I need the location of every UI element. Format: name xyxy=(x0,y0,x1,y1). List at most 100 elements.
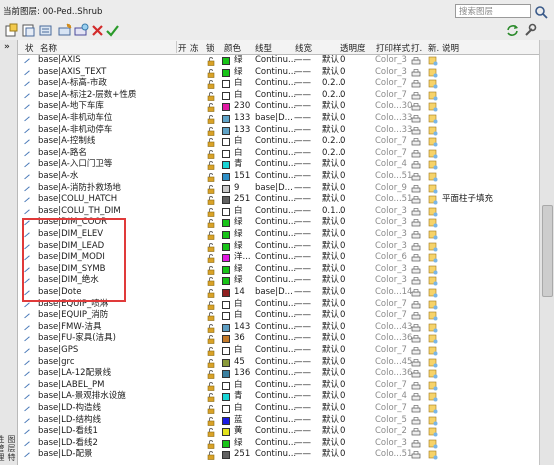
col-color[interactable]: 颜色 xyxy=(224,42,241,54)
lock-icon[interactable] xyxy=(206,404,216,414)
printer-icon[interactable] xyxy=(411,288,421,298)
linetype[interactable]: base|D... xyxy=(255,183,293,195)
plot-style[interactable]: Color_7 xyxy=(375,345,407,357)
transparency[interactable]: 0 xyxy=(340,241,345,253)
color-swatch[interactable] xyxy=(222,405,230,413)
search-input[interactable]: 搜索图层 xyxy=(455,4,531,18)
printer-icon[interactable] xyxy=(411,68,421,78)
layer-name[interactable]: base|A-标高-市政 xyxy=(38,78,107,90)
layer-name[interactable]: base|FMW-洁具 xyxy=(38,322,101,334)
printer-icon-wrap[interactable] xyxy=(411,276,421,286)
linetype[interactable]: Continu... xyxy=(255,148,296,160)
lock-icon-wrap[interactable] xyxy=(206,450,216,461)
new-vp-freeze-icon[interactable] xyxy=(428,184,438,194)
new-vp-freeze-icon[interactable] xyxy=(428,450,438,460)
new-vp-freeze-icon-wrap[interactable] xyxy=(428,392,438,402)
color-swatch[interactable] xyxy=(222,393,230,402)
lock-icon-wrap[interactable] xyxy=(206,392,216,403)
color-name[interactable]: 绿 xyxy=(234,217,243,229)
color-swatch[interactable] xyxy=(222,358,230,367)
color-swatch[interactable] xyxy=(222,184,230,193)
color-name[interactable]: 青 xyxy=(234,159,243,171)
col-lineweight[interactable]: 线宽 xyxy=(295,42,312,54)
layer-name[interactable]: base|LD-看线1 xyxy=(38,426,98,438)
linetype[interactable]: Continu... xyxy=(255,159,296,171)
lineweight[interactable]: 默认 xyxy=(322,159,339,171)
layer-row[interactable]: base|LD-配景 251 Continu... —— 默认 0 Colo...51 xyxy=(18,449,539,461)
color-swatch[interactable] xyxy=(222,323,230,332)
printer-icon[interactable] xyxy=(411,439,421,449)
lineweight[interactable]: 默认 xyxy=(322,438,339,450)
lock-icon-wrap[interactable] xyxy=(206,381,216,391)
new-vp-freeze-icon-wrap[interactable] xyxy=(428,427,438,437)
printer-icon[interactable] xyxy=(411,114,421,124)
transparency[interactable]: 0 xyxy=(340,171,345,183)
printer-icon-wrap[interactable] xyxy=(411,300,421,310)
col-plot[interactable]: 打. xyxy=(411,42,422,54)
layer-name[interactable]: base|Dote xyxy=(38,287,81,299)
layer-row[interactable]: base|A-水 151 Continu... —— 默认 0 Colo...51 xyxy=(18,171,539,183)
plot-style[interactable]: Color_3 xyxy=(375,229,407,241)
layer-name[interactable]: base|A-控制线 xyxy=(38,136,95,148)
layer-row[interactable]: base|DIM_SYMB 绿 Continu... —— 默认 0 Color_3 xyxy=(18,264,539,276)
new-vp-freeze-icon-wrap[interactable] xyxy=(428,404,438,414)
color-name[interactable]: 绿 xyxy=(234,229,243,241)
lineweight[interactable]: 默认 xyxy=(322,113,339,125)
layer-row[interactable]: base|A-标高-市政白 Continu... —— 0.2... 0 Color_7 xyxy=(18,78,539,90)
layer-row[interactable]: base|grc 45 Continu... —— 默认 0 Colo...45 xyxy=(18,357,539,369)
lineweight[interactable]: 默认 xyxy=(322,183,339,195)
printer-icon[interactable] xyxy=(411,195,421,205)
lineweight[interactable]: 默认 xyxy=(322,380,339,392)
new-vp-freeze-icon[interactable] xyxy=(428,126,438,136)
transparency[interactable]: 0 xyxy=(340,264,345,276)
printer-icon[interactable] xyxy=(411,126,421,136)
color-swatch[interactable] xyxy=(222,207,230,216)
search-icon[interactable] xyxy=(534,5,548,19)
printer-icon-wrap[interactable] xyxy=(411,416,421,426)
printer-icon[interactable] xyxy=(411,427,421,437)
linetype[interactable]: Continu... xyxy=(255,252,296,264)
printer-icon-wrap[interactable] xyxy=(411,381,421,391)
color-name[interactable]: 133 xyxy=(234,113,250,125)
transparency[interactable]: 0 xyxy=(340,229,345,241)
color-name[interactable]: 45 xyxy=(234,357,245,369)
color-swatch[interactable] xyxy=(222,126,230,135)
lock-icon[interactable] xyxy=(206,427,216,437)
color-name[interactable]: 230 xyxy=(234,101,250,113)
new-vp-freeze-icon[interactable] xyxy=(428,207,438,217)
col-newvp[interactable]: 新. xyxy=(428,42,439,54)
layer-name[interactable]: base|COLU_HATCH xyxy=(38,194,117,206)
color-name[interactable]: 绿 xyxy=(234,67,243,79)
printer-icon-wrap[interactable] xyxy=(411,218,421,228)
col-linetype[interactable]: 线型 xyxy=(255,42,272,54)
lock-icon[interactable] xyxy=(206,265,216,275)
new-vp-freeze-icon[interactable] xyxy=(428,160,438,170)
col-plotstyle[interactable]: 打印样式 xyxy=(376,42,410,54)
lock-icon[interactable] xyxy=(206,346,216,356)
lineweight[interactable]: 默认 xyxy=(322,264,339,276)
color-swatch[interactable] xyxy=(222,242,230,251)
new-vp-freeze-icon[interactable] xyxy=(428,346,438,356)
plot-style[interactable]: Color_7 xyxy=(375,148,407,160)
lock-icon[interactable] xyxy=(206,334,216,345)
transparency[interactable]: 0 xyxy=(340,55,345,67)
transparency[interactable]: 0 xyxy=(340,403,345,415)
plot-style[interactable]: Colo...30 xyxy=(375,101,412,113)
new-vp-freeze-icon[interactable] xyxy=(428,253,438,263)
printer-icon-wrap[interactable] xyxy=(411,369,421,379)
lock-icon[interactable] xyxy=(206,126,216,136)
lock-icon-wrap[interactable] xyxy=(206,184,216,194)
color-name[interactable]: 151 xyxy=(234,171,250,183)
layer-name[interactable]: base|LA-景观排水设施 xyxy=(38,391,126,403)
transparency[interactable]: 0 xyxy=(340,113,345,125)
printer-icon-wrap[interactable] xyxy=(411,184,421,194)
layer-name[interactable]: base|AXIS xyxy=(38,55,81,67)
new-layer-icon[interactable] xyxy=(58,23,73,38)
delete-layer-icon[interactable] xyxy=(90,23,105,38)
col-transparency[interactable]: 透明度 xyxy=(340,42,366,54)
color-name[interactable]: 133 xyxy=(234,125,250,137)
color-swatch[interactable] xyxy=(222,91,230,100)
layer-name[interactable]: base|DIM_SYMB xyxy=(38,264,106,276)
printer-icon-wrap[interactable] xyxy=(411,358,421,368)
color-name[interactable]: 蓝 xyxy=(234,415,243,427)
